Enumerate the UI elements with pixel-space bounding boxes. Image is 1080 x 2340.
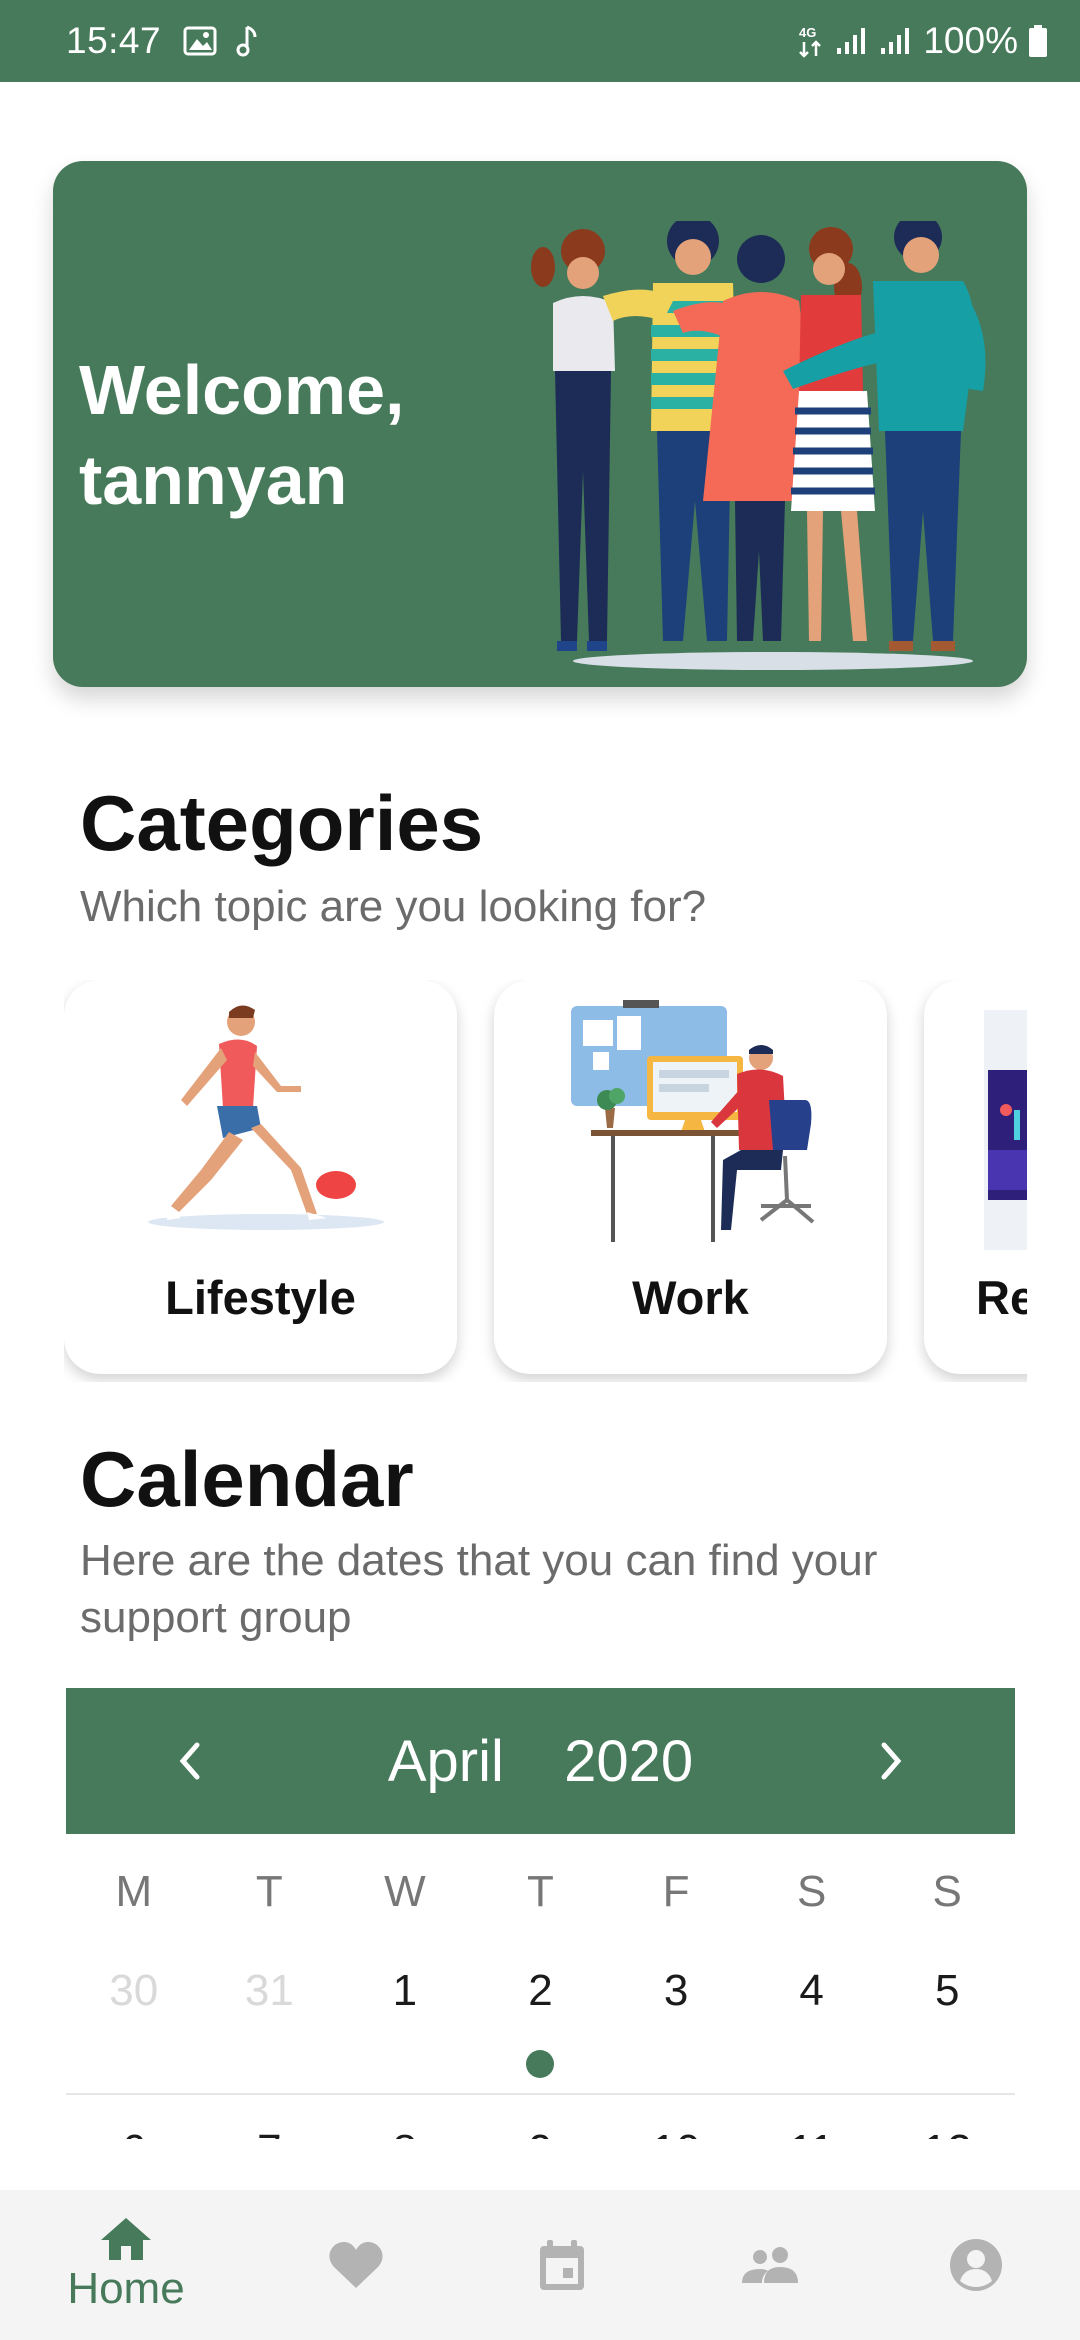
calendar-day[interactable]: 9 — [473, 2115, 609, 2139]
calendar-week-row: 30 31 1 2 3 4 5 — [66, 1955, 1015, 2095]
signal-icon-2 — [879, 26, 913, 56]
calendar-day[interactable]: 5 — [879, 1955, 1015, 2093]
calendar-day[interactable]: 12 — [879, 2115, 1015, 2139]
chevron-left-icon — [179, 1742, 200, 1780]
welcome-line: Welcome, — [79, 351, 405, 429]
previous-month-button[interactable] — [134, 1688, 244, 1834]
calendar-day[interactable]: 3 — [608, 1955, 744, 2093]
calendar-weekday-row: M T W T F S S — [66, 1856, 1015, 1928]
welcome-banner: Welcome, tannyan — [53, 161, 1027, 687]
username: tannyan — [79, 441, 348, 519]
calendar-title: Calendar — [80, 1435, 414, 1523]
categories-title: Categories — [80, 779, 484, 867]
category-card-work[interactable]: Work — [494, 980, 887, 1374]
event-indicator-dot — [526, 2050, 555, 2078]
relationship-illustration — [984, 1010, 1027, 1250]
svg-text:4G: 4G — [799, 25, 816, 40]
next-month-button[interactable] — [837, 1688, 947, 1834]
category-label: Re — [976, 1271, 1027, 1324]
calendar-subtitle: Here are the dates that you can find you… — [80, 1536, 878, 1642]
calendar-day-with-event[interactable]: 2 — [473, 1955, 609, 2093]
signal-icon — [835, 26, 869, 56]
calendar-day[interactable]: 8 — [337, 2115, 473, 2139]
welcome-heading: Welcome, tannyan — [79, 345, 405, 525]
calendar-icon — [540, 2240, 584, 2290]
bottom-navigation: Home — [0, 2190, 1080, 2340]
calendar-month-label: April 2020 — [387, 1728, 694, 1794]
weekday-label: S — [796, 1867, 827, 1916]
calendar-day-number: 2 — [528, 1966, 553, 2015]
person-figure-1 — [531, 229, 615, 651]
nav-calendar[interactable] — [482, 2190, 642, 2340]
network-4g-icon: 4G — [797, 23, 825, 59]
nav-profile[interactable] — [896, 2190, 1056, 2340]
weekday-label: T — [255, 1867, 283, 1916]
nav-favorites[interactable] — [276, 2190, 436, 2340]
group-hug-illustration — [531, 221, 986, 670]
battery-icon — [1028, 24, 1048, 58]
music-note-icon — [235, 24, 259, 58]
weekday-label: T — [527, 1867, 554, 1916]
calendar-day[interactable]: 30 — [66, 1955, 202, 2093]
status-time: 15:47 — [66, 20, 162, 61]
category-card-lifestyle[interactable]: Lifestyle — [64, 980, 457, 1374]
lifestyle-illustration — [147, 1005, 384, 1230]
categories-carousel[interactable]: Lifestyle Work Re — [64, 980, 1027, 1382]
person-figure-4 — [791, 227, 875, 641]
category-card-relationship[interactable]: Re — [924, 980, 1027, 1374]
calendar-day[interactable]: 1 — [337, 1955, 473, 2093]
category-label: Lifestyle — [165, 1271, 356, 1324]
gallery-icon — [183, 26, 217, 56]
account-icon — [950, 2239, 1002, 2291]
chevron-right-icon — [881, 1742, 902, 1780]
weekday-label: M — [115, 1867, 153, 1916]
category-label: Work — [632, 1271, 749, 1324]
calendar-week-row-partial: 6 7 8 9 10 11 12 — [66, 2115, 1015, 2139]
nav-groups[interactable] — [690, 2190, 850, 2340]
nav-home[interactable]: Home — [46, 2190, 206, 2340]
calendar-day[interactable]: 11 — [744, 2115, 880, 2139]
weekday-label: W — [384, 1867, 426, 1916]
weekday-label: F — [662, 1867, 690, 1916]
calendar-day[interactable]: 6 — [66, 2115, 202, 2139]
categories-subtitle: Which topic are you looking for? — [80, 882, 707, 931]
calendar-day[interactable]: 4 — [744, 1955, 880, 2093]
calendar-day[interactable]: 10 — [608, 2115, 744, 2139]
home-icon — [101, 2218, 151, 2260]
nav-home-label: Home — [67, 2264, 185, 2313]
battery-percent: 100% — [923, 20, 1018, 61]
status-bar: 15:47 4G 100% — [0, 0, 1080, 82]
heart-icon — [329, 2242, 383, 2288]
work-illustration — [570, 1000, 814, 1242]
weekday-label: S — [932, 1867, 962, 1916]
calendar-day[interactable]: 31 — [202, 1955, 338, 2093]
calendar-day[interactable]: 7 — [202, 2115, 338, 2139]
people-icon — [742, 2247, 798, 2283]
calendar-month-header: April 2020 — [66, 1688, 1015, 1834]
